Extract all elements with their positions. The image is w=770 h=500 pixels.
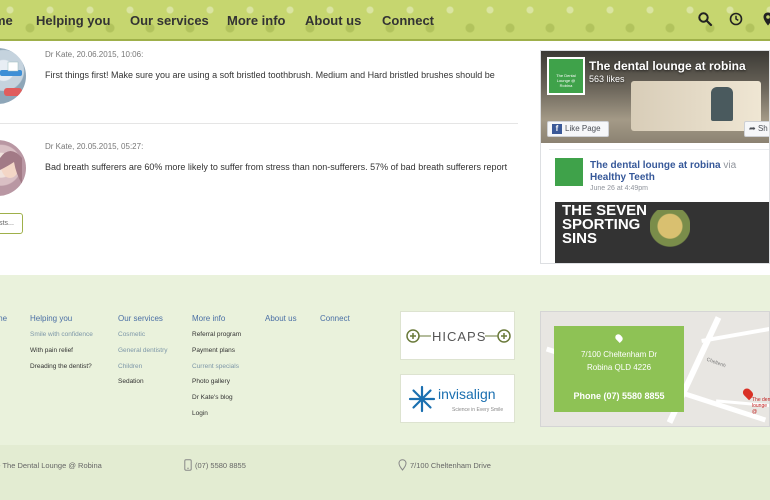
address-line-2: Robina QLD 4226: [586, 363, 652, 372]
banner-text: THE SEVEN SPORTING SINS: [562, 202, 648, 247]
toothbrush-icon: [0, 61, 22, 96]
footer-col-title[interactable]: Our services: [118, 314, 163, 323]
location-pin-icon[interactable]: [760, 11, 770, 27]
post-shared-page[interactable]: Healthy Teeth: [590, 172, 655, 183]
page-logo[interactable]: The Dental Lounge @ Robina: [547, 57, 585, 95]
like-page-button[interactable]: f Like Page: [547, 121, 609, 137]
invisalign-star-icon: [408, 385, 436, 413]
address-line-1: 7/100 Cheltenham Dr: [580, 350, 658, 359]
facebook-page-widget: The Dental Lounge @ Robina The dental lo…: [540, 50, 770, 264]
invisalign-logo[interactable]: invisalign Science in Every Smile: [400, 374, 515, 423]
invisalign-text: invisalign: [438, 386, 496, 402]
share-label: Sh: [757, 124, 768, 133]
nav-about-us[interactable]: About us: [305, 13, 361, 28]
location-pin-icon: [398, 459, 407, 471]
footer-link[interactable]: Photo gallery: [192, 378, 230, 385]
post-date[interactable]: June 26 at 4:49pm: [590, 185, 648, 192]
location-pin-icon: [614, 333, 624, 343]
footer-col-title[interactable]: Connect: [320, 314, 350, 323]
address-card: 7/100 Cheltenham Dr Robina QLD 4226 Phon…: [554, 326, 684, 412]
post-avatar: [0, 140, 26, 196]
copyright-text: - The Dental Lounge @ Robina: [0, 461, 102, 470]
like-page-label: Like Page: [565, 124, 601, 133]
bottom-phone[interactable]: (07) 5580 8855: [195, 461, 246, 470]
footer-link[interactable]: Dr Kate's blog: [192, 394, 233, 401]
footer-link[interactable]: Login: [192, 410, 208, 417]
woman-face-icon: [0, 151, 22, 184]
nav-connect[interactable]: Connect: [382, 13, 434, 28]
bottom-address: 7/100 Cheltenham Drive: [410, 461, 491, 470]
post-banner-image[interactable]: THE SEVEN SPORTING SINS: [555, 202, 769, 263]
search-icon[interactable]: [697, 11, 713, 27]
footer-col-title[interactable]: About us: [265, 314, 297, 323]
footer-col-title[interactable]: Helping you: [30, 314, 72, 323]
footer-link[interactable]: General dentistry: [118, 347, 168, 354]
top-navigation: me Helping you Our services More info Ab…: [0, 0, 770, 41]
clock-icon[interactable]: [728, 11, 744, 27]
facebook-f-icon: f: [552, 124, 562, 134]
footer-link[interactable]: Smile with confidence: [30, 331, 93, 338]
nav-helping-you[interactable]: Helping you: [36, 13, 110, 28]
more-posts-button[interactable]: sts...: [0, 213, 23, 234]
cover-sofa: [631, 81, 761, 131]
page-logo-text: The Dental Lounge @ Robina: [556, 73, 576, 88]
hicaps-text: HICAPS: [432, 329, 487, 344]
facebook-post: The dental lounge at robina via Healthy …: [549, 149, 769, 263]
footer-col-title[interactable]: More info: [192, 314, 225, 323]
post-divider: [0, 123, 518, 124]
footer-link[interactable]: Cosmetic: [118, 331, 145, 338]
banner-figure: [650, 210, 690, 263]
footer-link[interactable]: With pain relief: [30, 347, 73, 354]
post-author-logo[interactable]: [555, 158, 583, 186]
facebook-likes-count: 563 likes: [589, 74, 625, 84]
post-text: First things first! Make sure you are us…: [45, 70, 495, 80]
nav-more-info[interactable]: More info: [227, 13, 286, 28]
facebook-page-title[interactable]: The dental lounge at robina: [589, 59, 746, 73]
footer-link[interactable]: Children: [118, 363, 142, 370]
phone-link[interactable]: Phone (07) 5580 8855: [554, 391, 684, 401]
footer-link[interactable]: Dreading the dentist?: [30, 363, 92, 370]
post-meta: Dr Kate, 20.06.2015, 10:06:: [45, 50, 144, 59]
post-author-label[interactable]: The dental lounge at robina: [590, 160, 721, 171]
footer-link[interactable]: Payment plans: [192, 347, 235, 354]
footer-link[interactable]: Referral program: [192, 331, 241, 338]
phone-icon: [184, 459, 192, 471]
footer-link[interactable]: Current specials: [192, 363, 239, 370]
footer-link[interactable]: Sedation: [118, 378, 144, 385]
footer-home-link[interactable]: me: [0, 314, 7, 323]
bottom-bar: [0, 445, 770, 500]
nav-our-services[interactable]: Our services: [130, 13, 209, 28]
post-avatar: [0, 48, 26, 104]
invisalign-tagline: Science in Every Smile: [452, 407, 504, 413]
share-button[interactable]: ➦ Sh: [744, 121, 769, 137]
post-text: Bad breath sufferers are 60% more likely…: [45, 162, 508, 172]
hicaps-logo[interactable]: HICAPS: [400, 311, 515, 360]
share-icon: ➦: [749, 124, 758, 133]
nav-home[interactable]: me: [0, 13, 13, 28]
cover-person: [711, 87, 733, 121]
post-author-name[interactable]: The dental lounge at robina via: [590, 160, 736, 171]
post-via-label: via: [723, 160, 737, 171]
map-marker-label: The dent lounge @: [752, 397, 770, 415]
post-meta: Dr Kate, 20.05.2015, 05:27:: [45, 142, 144, 151]
